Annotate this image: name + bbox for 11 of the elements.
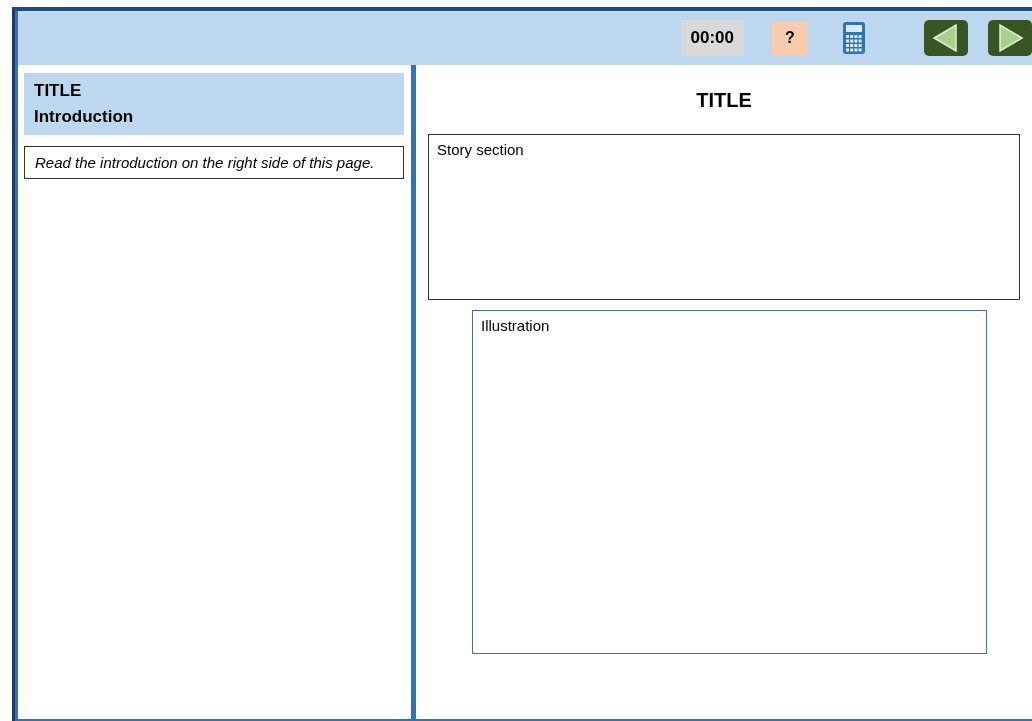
timer: 00:00 (680, 20, 744, 56)
illustration-label: Illustration (481, 317, 550, 334)
story-label: Story section (437, 141, 524, 158)
page-title: TITLE (695, 89, 753, 112)
instruction-text: Read the introduction on the right side of this page. (24, 146, 404, 179)
back-button[interactable] (924, 20, 968, 56)
section-subtitle: Introduction (34, 106, 135, 128)
section-title: TITLE (34, 80, 83, 102)
forward-button[interactable] (988, 20, 1032, 56)
calculator-icon[interactable] (842, 21, 866, 55)
help-button[interactable]: ? (772, 21, 808, 55)
